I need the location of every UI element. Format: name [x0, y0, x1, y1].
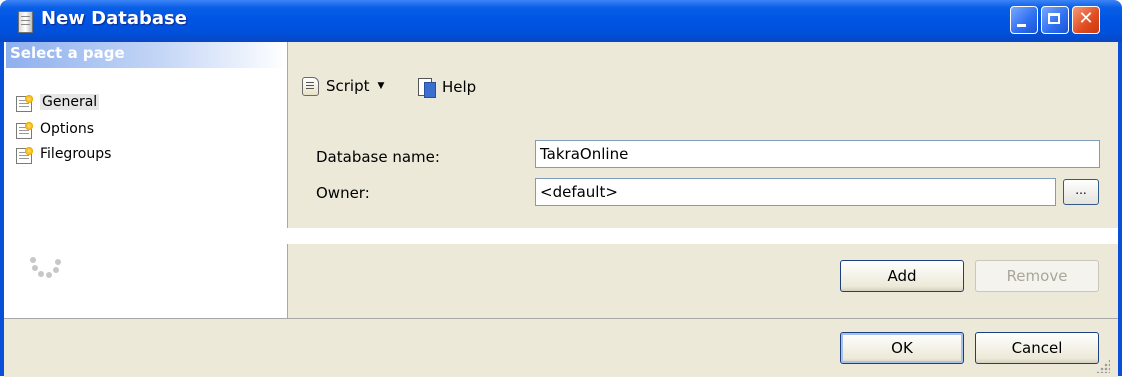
chevron-down-icon[interactable]: ▼: [378, 81, 385, 91]
database-icon: [18, 11, 33, 33]
sidebar-item-general[interactable]: General: [16, 91, 100, 113]
title-bar[interactable]: New Database ✕: [0, 0, 1122, 42]
script-button[interactable]: Script ▼: [300, 76, 392, 96]
cancel-button[interactable]: Cancel: [975, 332, 1099, 364]
sidebar-item-options[interactable]: Options: [16, 118, 94, 140]
owner-input[interactable]: <default>: [535, 178, 1056, 206]
maximize-icon: [1042, 7, 1068, 33]
owner-label: Owner:: [316, 184, 370, 202]
general-page-content: [288, 120, 1118, 228]
ok-button[interactable]: OK: [840, 332, 964, 364]
properties-page-icon: [16, 93, 34, 112]
script-icon: [300, 76, 322, 96]
select-page-header: Select a page: [6, 42, 287, 68]
sidebar-item-label: General: [40, 94, 100, 110]
remove-button[interactable]: Remove: [975, 260, 1099, 292]
minimize-button[interactable]: [1010, 6, 1038, 34]
help-icon: [416, 76, 438, 98]
select-page-label: Select a page: [10, 44, 125, 62]
toolbar: Script ▼ Help: [288, 42, 1118, 120]
progress-spinner-icon: [30, 253, 61, 279]
sidebar-item-label: Filegroups: [40, 146, 112, 162]
help-label: Help: [442, 78, 477, 96]
properties-page-icon: [16, 145, 34, 164]
help-button[interactable]: Help: [416, 76, 476, 98]
close-icon: ✕: [1078, 8, 1094, 29]
database-name-input[interactable]: TakraOnline: [535, 140, 1100, 168]
database-name-label: Database name:: [316, 148, 440, 166]
window-frame-right: [1118, 42, 1122, 376]
maximize-button[interactable]: [1041, 6, 1069, 34]
add-button[interactable]: Add: [840, 260, 964, 292]
window-title: New Database: [41, 8, 187, 29]
minimize-icon: [1011, 7, 1037, 33]
script-label: Script: [326, 77, 370, 95]
browse-owner-button[interactable]: ...: [1063, 179, 1099, 205]
close-button[interactable]: ✕: [1072, 6, 1100, 34]
properties-page-icon: [16, 120, 34, 139]
sidebar-item-filegroups[interactable]: Filegroups: [16, 143, 111, 165]
sidebar-item-label: Options: [40, 121, 95, 137]
